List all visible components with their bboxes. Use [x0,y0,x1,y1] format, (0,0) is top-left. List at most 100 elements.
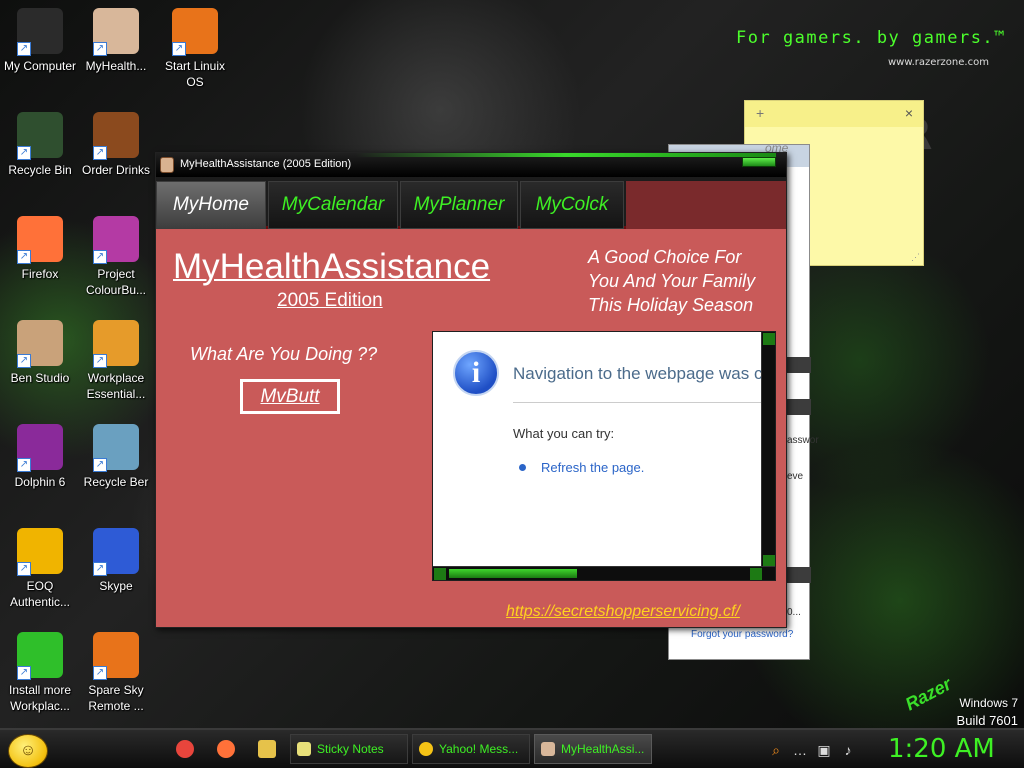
task-label: Yahoo! Mess... [439,742,519,756]
tagline-line: You And Your Family [588,271,756,291]
sticky-resize-grip[interactable]: ⋰ [911,252,920,263]
background-text-fragment: 0... [787,607,801,618]
download-arrow-icon: ↗ [17,632,63,680]
computer-icon: ↗ [17,8,63,56]
shortcut-arrow-icon: ↗ [17,146,31,160]
scroll-right-button[interactable] [750,568,762,580]
overflow-icon[interactable]: … [792,742,808,758]
task-label: Sticky Notes [317,742,384,756]
shortcut-arrow-icon: ↗ [17,666,31,680]
vertical-scrollbar[interactable] [761,332,775,568]
horizontal-scrollbar[interactable] [433,566,775,580]
desktop-icon-label: My Computer [3,59,77,73]
search-icon[interactable]: ⌕ [768,742,784,758]
edition-label: 2005 Edition [277,290,383,311]
windows-build-watermark: Windows 7 Build 7601 [957,694,1018,730]
shortcut-arrow-icon: ↗ [17,562,31,576]
shortcut-arrow-icon: ↗ [93,146,107,160]
dog-icon: ↗ [17,320,63,368]
tab-myplanner[interactable]: MyPlanner [400,181,518,229]
desktop-icon-label: Project ColourBu... [85,267,147,297]
refresh-page-link[interactable]: Refresh the page. [541,460,644,475]
clock[interactable]: 1:20 AM [888,734,995,764]
desktop-icon[interactable]: ↗ Start Linuix OS [155,8,235,90]
desktop-icon[interactable]: ↗ Firefox [0,216,80,282]
window-titlebar[interactable]: MyHealthAssistance (2005 Edition) [156,153,786,177]
desktop-icon[interactable]: ↗ Order Drinks [76,112,156,178]
shortcut-arrow-icon: ↗ [93,354,107,368]
mvbutt-button[interactable]: MvButt [240,379,340,414]
desktop-icon-label: MyHealth... [85,59,147,73]
desktop-icon-label: Recycle Ber [83,475,149,489]
desktop-icon[interactable]: ↗ Recycle Ber [76,424,156,490]
chrome-icon[interactable] [176,740,194,758]
forgot-password-link[interactable]: Forgot your password? [691,629,793,640]
tagline-line: A Good Choice For [588,247,742,267]
sticky-notes-icon [297,742,311,756]
desktop-icon[interactable]: ↗ Ben Studio [0,320,80,386]
desktop-icon[interactable]: ↗ MyHealth... [76,8,156,74]
folder-icon: ↗ [93,320,139,368]
desktop-icon-label: Dolphin 6 [14,475,66,489]
desktop-icon[interactable]: ↗ EOQ Authentic... [0,528,80,610]
scroll-up-button[interactable] [763,333,775,345]
embedded-webpage[interactable]: i Navigation to the webpage was canceled… [432,331,776,581]
shortcut-arrow-icon: ↗ [17,458,31,472]
desktop-icon[interactable]: ↗ Install more Workplac... [0,632,80,714]
tab-myhome[interactable]: MyHome [156,181,266,229]
recycle-bin-icon: ↗ [17,112,63,160]
task-label: MyHealthAssi... [561,742,645,756]
task-myhealth[interactable]: MyHealthAssi... [534,734,652,764]
sticky-note-header: + × [745,101,923,127]
window-control-button[interactable] [742,157,776,167]
razer-logo: Razer [901,673,955,715]
shortcut-arrow-icon: ↗ [93,42,107,56]
yahoo-smiley-icon [419,742,433,756]
navigation-canceled-heading: Navigation to the webpage was canceled [513,364,775,383]
desktop-icon-label: Order Drinks [81,163,150,177]
desktop-icon[interactable]: ↗ Recycle Bin [0,112,80,178]
desktop-icon-label: EOQ Authentic... [9,579,71,609]
shortcut-arrow-icon: ↗ [93,250,107,264]
start-button[interactable]: ☺ [8,734,48,768]
tab-mycalendar[interactable]: MyCalendar [268,181,398,229]
desktop-icon-label: Ben Studio [10,371,70,385]
shortcut-arrow-icon: ↗ [93,666,107,680]
titlebar-stripe [356,153,776,157]
tab-bar: MyHome MyCalendar MyPlanner MyColck [156,177,786,229]
sticky-close-button[interactable]: × [905,105,913,121]
task-yahoo-messenger[interactable]: Yahoo! Mess... [412,734,530,764]
key-icon: ↗ [17,528,63,576]
firefox-icon[interactable] [217,740,235,758]
phishing-link[interactable]: https://secretshopperservicing.cf/ [506,603,740,621]
windows-version: Windows 7 [959,696,1018,710]
task-sticky-notes[interactable]: Sticky Notes [290,734,408,764]
laptop-icon: ↗ [93,632,139,680]
sticky-add-button[interactable]: + [756,105,764,121]
desktop-icon-label: Install more Workplac... [8,683,72,713]
horizontal-scroll-thumb[interactable] [449,569,577,578]
heading-divider [513,402,773,403]
tab-mycolck[interactable]: MyColck [520,181,624,229]
shortcut-arrow-icon: ↗ [17,354,31,368]
myhealth-window[interactable]: MyHealthAssistance (2005 Edition) MyHome… [155,152,787,628]
desktop-icon[interactable]: ↗ My Computer [0,8,80,74]
person-avatar-icon: ↗ [93,8,139,56]
desktop-icon[interactable]: ↗ Project ColourBu... [76,216,156,298]
desktop-icon[interactable]: ↗ Workplace Essential... [76,320,156,402]
scroll-left-button[interactable] [434,568,446,580]
dolphin-icon: ↗ [17,424,63,472]
razer-slogan: For gamers. by gamers.™ [736,28,1006,48]
desktop-icon[interactable]: ↗ Dolphin 6 [0,424,80,490]
taskbar: ☺ Sticky Notes Yahoo! Mess... MyHealthAs… [0,728,1024,768]
shortcut-arrow-icon: ↗ [172,42,186,56]
desktop-icon[interactable]: ↗ Skype [76,528,156,594]
folder-icon[interactable] [258,740,276,758]
desktop-icon[interactable]: ↗ Spare Sky Remote ... [76,632,156,714]
volume-icon[interactable]: ♪ [840,742,856,758]
network-icon[interactable]: ▣ [816,742,832,758]
desktop-icon-label: Spare Sky Remote ... [88,683,144,713]
coffee-bean-icon: ↗ [93,112,139,160]
shortcut-arrow-icon: ↗ [17,42,31,56]
collage-icon: ↗ [93,216,139,264]
